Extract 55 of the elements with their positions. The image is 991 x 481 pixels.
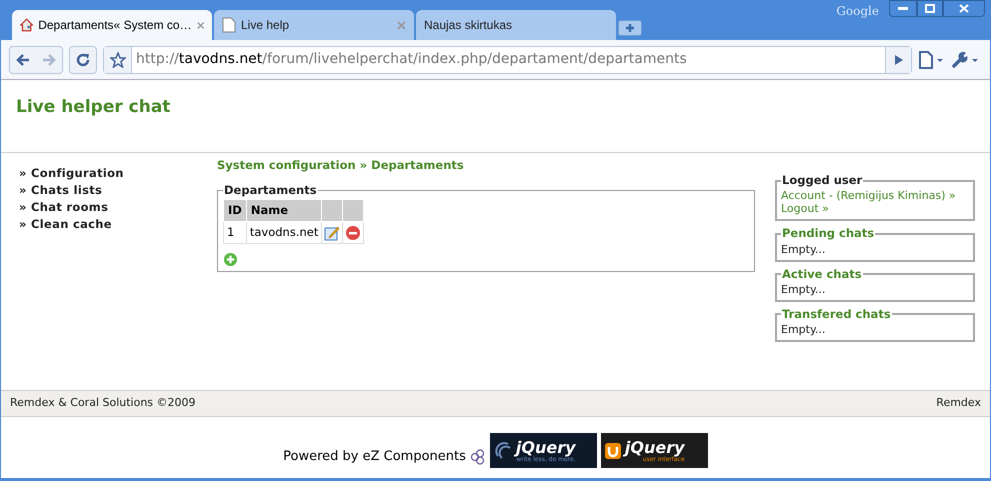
- url-text: http://tavodns.net/forum/livehelperchat/index.php/departament/departaments: [135, 50, 688, 69]
- box-title: Active chats: [782, 266, 862, 280]
- table-cell: 1: [224, 222, 246, 244]
- user-link[interactable]: Account - (Remigijus Kiminas) »: [781, 189, 969, 202]
- browser-brand: Google: [836, 3, 879, 20]
- minimize-icon: [898, 6, 908, 10]
- new-tab-button[interactable]: [618, 20, 642, 36]
- empty-text: Empty...: [781, 282, 826, 296]
- reload-button[interactable]: [69, 46, 97, 74]
- minimize-button[interactable]: [889, 0, 917, 17]
- empty-text: Empty...: [781, 242, 826, 256]
- browser-tab[interactable]: Naujas skirtukas: [416, 10, 616, 40]
- box-title: Transfered chats: [782, 306, 891, 321]
- maximize-button[interactable]: [917, 0, 943, 17]
- box-title: Logged user: [782, 173, 862, 187]
- tab-title: Live help: [241, 17, 290, 34]
- delete-icon[interactable]: [345, 224, 362, 241]
- close-icon: [959, 4, 969, 13]
- footer-copyright: Remdex & Coral Solutions ©2009: [10, 395, 196, 412]
- close-window-button[interactable]: [943, 0, 985, 17]
- tab-title: Departaments« System co…: [38, 17, 192, 34]
- column-header: Name: [246, 200, 322, 222]
- menu-link[interactable]: » Configuration: [19, 165, 217, 182]
- column-header: ID: [224, 200, 246, 222]
- go-icon[interactable]: [894, 54, 904, 66]
- menu-link[interactable]: » Chat rooms: [19, 199, 217, 216]
- logo-title: jQuery: [624, 438, 685, 456]
- page-icon: [222, 17, 236, 33]
- page-menu-icon[interactable]: [918, 50, 946, 68]
- menu-link[interactable]: » Chats lists: [19, 182, 217, 199]
- forward-arrow-icon: [42, 54, 56, 66]
- star-icon[interactable]: [110, 52, 126, 68]
- browser-tab[interactable]: Departaments« System co…: [12, 10, 212, 40]
- site-title: Live helper chat: [16, 96, 172, 119]
- tab-title: Naujas skirtukas: [424, 17, 514, 34]
- table-cell: tavodns.net: [246, 222, 322, 244]
- browser-tab[interactable]: Live help: [214, 10, 414, 40]
- logo-title: jQuery: [516, 438, 576, 456]
- breadcrumb: System configuration » Departaments: [217, 158, 465, 172]
- panel-title: Departaments: [224, 183, 317, 197]
- user-link[interactable]: Logout »: [781, 202, 969, 216]
- address-bar[interactable]: http://tavodns.net/forum/livehelperchat/index.php/departament/departaments: [103, 46, 912, 74]
- back-arrow-icon: [16, 54, 30, 66]
- plus-icon: [625, 23, 635, 33]
- ui-logo-icon: [604, 442, 621, 458]
- reload-icon: [76, 52, 90, 66]
- maximize-icon: [925, 4, 935, 13]
- powered-by-text: Powered by eZ Components: [283, 448, 466, 466]
- box-title: Pending chats: [782, 226, 874, 240]
- house-icon: [20, 17, 34, 33]
- empty-text: Empty...: [781, 323, 826, 336]
- swirl-icon: [494, 440, 512, 460]
- menu-link[interactable]: » Clean cache: [19, 216, 217, 233]
- close-icon[interactable]: [196, 20, 204, 30]
- edit-icon[interactable]: [324, 224, 340, 241]
